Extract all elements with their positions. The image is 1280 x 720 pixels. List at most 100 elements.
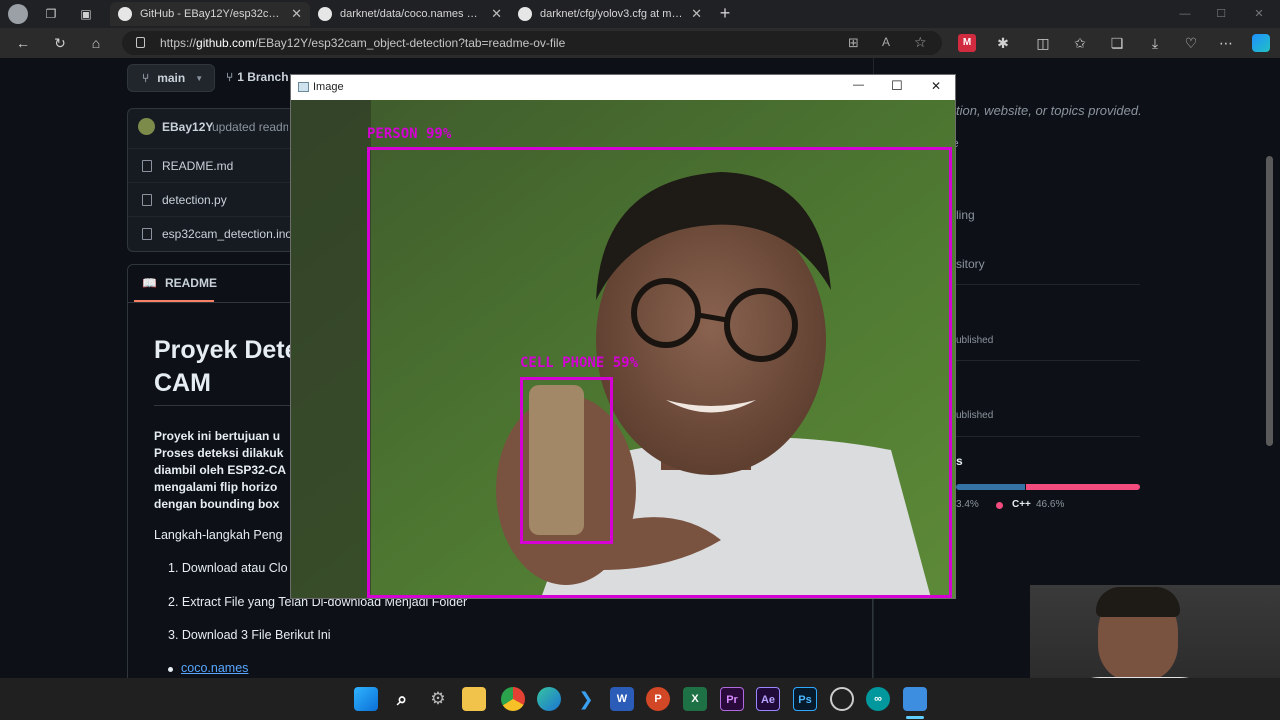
image-window-title: Image [313, 81, 344, 93]
branch-icon: ⑂ [226, 70, 234, 84]
edge-icon[interactable] [537, 687, 561, 711]
file-explorer-icon[interactable] [462, 687, 486, 711]
home-icon[interactable]: ⌂ [87, 34, 105, 52]
split-screen-icon[interactable]: ◫ [1034, 34, 1052, 52]
address-bar[interactable]: https:// github.com /EBay12Y/esp32cam_ob… [122, 31, 942, 55]
tab-close-icon[interactable]: ✕ [291, 6, 302, 22]
intro-line: Proses deteksi dilakuk [154, 446, 284, 460]
page-scrollbar[interactable] [1266, 156, 1273, 446]
obs-icon[interactable] [830, 687, 854, 711]
windows-taskbar: ⌕ ⚙ ❯ W P X Pr Ae Ps ∞ [0, 678, 1280, 720]
settings-icon[interactable]: ⚙ [426, 687, 450, 711]
person-label: PERSON 99% [367, 126, 452, 142]
file-row-ino[interactable]: esp32cam_detection.ino [128, 216, 303, 250]
notepad-icon[interactable] [903, 687, 927, 711]
vscode-icon[interactable]: ❯ [574, 687, 598, 711]
file-name: detection.py [162, 192, 227, 207]
language-pct: 46.6% [1036, 499, 1065, 510]
file-row-readme[interactable]: README.md [128, 148, 303, 182]
sidebar-rule [956, 360, 1140, 361]
photoshop-icon[interactable]: Ps [793, 687, 817, 711]
powerpoint-icon[interactable]: P [646, 687, 670, 711]
windows-start-icon[interactable] [354, 687, 378, 711]
settings-menu-icon[interactable]: ⋯ [1217, 34, 1235, 52]
tab-close-icon[interactable]: ✕ [491, 6, 502, 22]
read-aloud-icon[interactable]: A [882, 35, 890, 49]
sidebar-item[interactable]: sitory [956, 257, 985, 271]
tab-coco-names[interactable]: darknet/data/coco.names at master ✕ [310, 2, 510, 26]
file-row-detection[interactable]: detection.py [128, 182, 303, 216]
intro-line: mengalami flip horizo [154, 480, 278, 494]
commit-message[interactable]: updated readm [212, 120, 288, 134]
branches-link[interactable]: ⑂ 1 Branch [226, 70, 289, 84]
language-bar-python [956, 484, 1025, 490]
tab-yolov3-cfg[interactable]: darknet/cfg/yolov3.cfg at master ✕ [510, 2, 710, 26]
window-maximize-button[interactable]: ☐ [1212, 5, 1230, 23]
cell-phone-bbox [520, 377, 613, 544]
presenter-hair [1096, 587, 1180, 617]
copilot-icon[interactable] [1252, 34, 1270, 52]
coco-names-link[interactable]: coco.names [181, 661, 248, 675]
file-name: esp32cam_detection.ino [162, 226, 293, 241]
heading-underline [154, 405, 290, 406]
favorites-icon[interactable]: ✩ [1071, 34, 1089, 52]
back-arrow-icon[interactable]: ← [14, 34, 32, 52]
workspaces-icon[interactable]: ❐ [42, 5, 60, 23]
tab-title: GitHub - EBay12Y/esp32cam_object-detecti… [140, 8, 284, 20]
step-item: 1. Download atau Clo [168, 561, 288, 575]
close-button[interactable]: ✕ [931, 79, 941, 93]
after-effects-icon[interactable]: Ae [756, 687, 780, 711]
readme-tab-label: README [164, 276, 217, 290]
arduino-icon[interactable]: ∞ [866, 687, 890, 711]
commit-author-avatar[interactable] [138, 118, 155, 135]
tab-actions-icon[interactable]: ▣ [77, 5, 95, 23]
extensions-puzzle-icon[interactable]: ✱ [994, 34, 1012, 52]
image-window: Image — ☐ ✕ PERSON 99% CELL PHONE 59% [290, 74, 956, 599]
premiere-icon[interactable]: Pr [720, 687, 744, 711]
window-minimize-button[interactable]: — [1176, 5, 1194, 23]
about-text: tion, website, or topics provided. [956, 103, 1142, 118]
image-window-titlebar[interactable]: Image — ☐ ✕ [291, 75, 955, 100]
excel-icon[interactable]: X [683, 687, 707, 711]
new-tab-button[interactable]: + [716, 4, 734, 22]
window-close-button[interactable]: ✕ [1250, 5, 1268, 23]
github-icon [318, 7, 332, 21]
app-available-icon[interactable]: ⊞ [848, 35, 859, 51]
file-icon [142, 228, 152, 240]
packages-text: ublished [956, 410, 994, 421]
word-icon[interactable]: W [610, 687, 634, 711]
maximize-button[interactable]: ☐ [891, 78, 903, 94]
tab-github-repo[interactable]: GitHub - EBay12Y/esp32cam_object-detecti… [110, 2, 310, 26]
sidebar-item[interactable]: ling [956, 208, 975, 222]
url-path: /EBay12Y/esp32cam_object-detection?tab=r… [254, 36, 566, 50]
language-name: C++ [1012, 499, 1031, 510]
language-bar-cpp [1026, 484, 1140, 490]
intro-line: dengan bounding box [154, 497, 280, 511]
extension-icon[interactable]: M [958, 34, 976, 52]
profile-icon[interactable] [8, 4, 28, 24]
intro-line: Proyek ini bertujuan u [154, 429, 281, 443]
releases-text: ublished [956, 335, 994, 346]
step-item: 3. Download 3 File Berikut Ini [168, 628, 331, 642]
readme-intro: Proyek ini bertujuan u Proses deteksi di… [154, 428, 286, 513]
favorite-star-icon[interactable]: ☆ [914, 34, 927, 51]
collections-icon[interactable]: ❏ [1108, 34, 1126, 52]
webcam-frame: PERSON 99% CELL PHONE 59% [291, 100, 955, 598]
branch-icon: ⑂ [142, 71, 150, 85]
lock-icon [136, 37, 145, 48]
chrome-icon[interactable] [501, 687, 525, 711]
refresh-icon[interactable]: ↻ [51, 34, 69, 52]
downloads-icon[interactable]: ⤓ [1146, 34, 1164, 52]
window-app-icon [298, 82, 309, 92]
browser-essentials-icon[interactable]: ♡ [1182, 34, 1200, 52]
readme-heading-line: CAM [154, 369, 211, 397]
minimize-button[interactable]: — [853, 79, 864, 91]
commit-author[interactable]: EBay12Y [162, 120, 213, 134]
readme-heading: Proyek Dete CAM [154, 334, 299, 400]
chevron-down-icon: ▼ [195, 73, 204, 83]
readme-tab[interactable]: 📖 README [134, 266, 217, 302]
search-icon[interactable]: ⌕ [390, 687, 414, 711]
branch-selector[interactable]: ⑂ main ▼ [127, 64, 215, 92]
tab-close-icon[interactable]: ✕ [691, 6, 702, 22]
languages-heading: s [956, 454, 963, 468]
